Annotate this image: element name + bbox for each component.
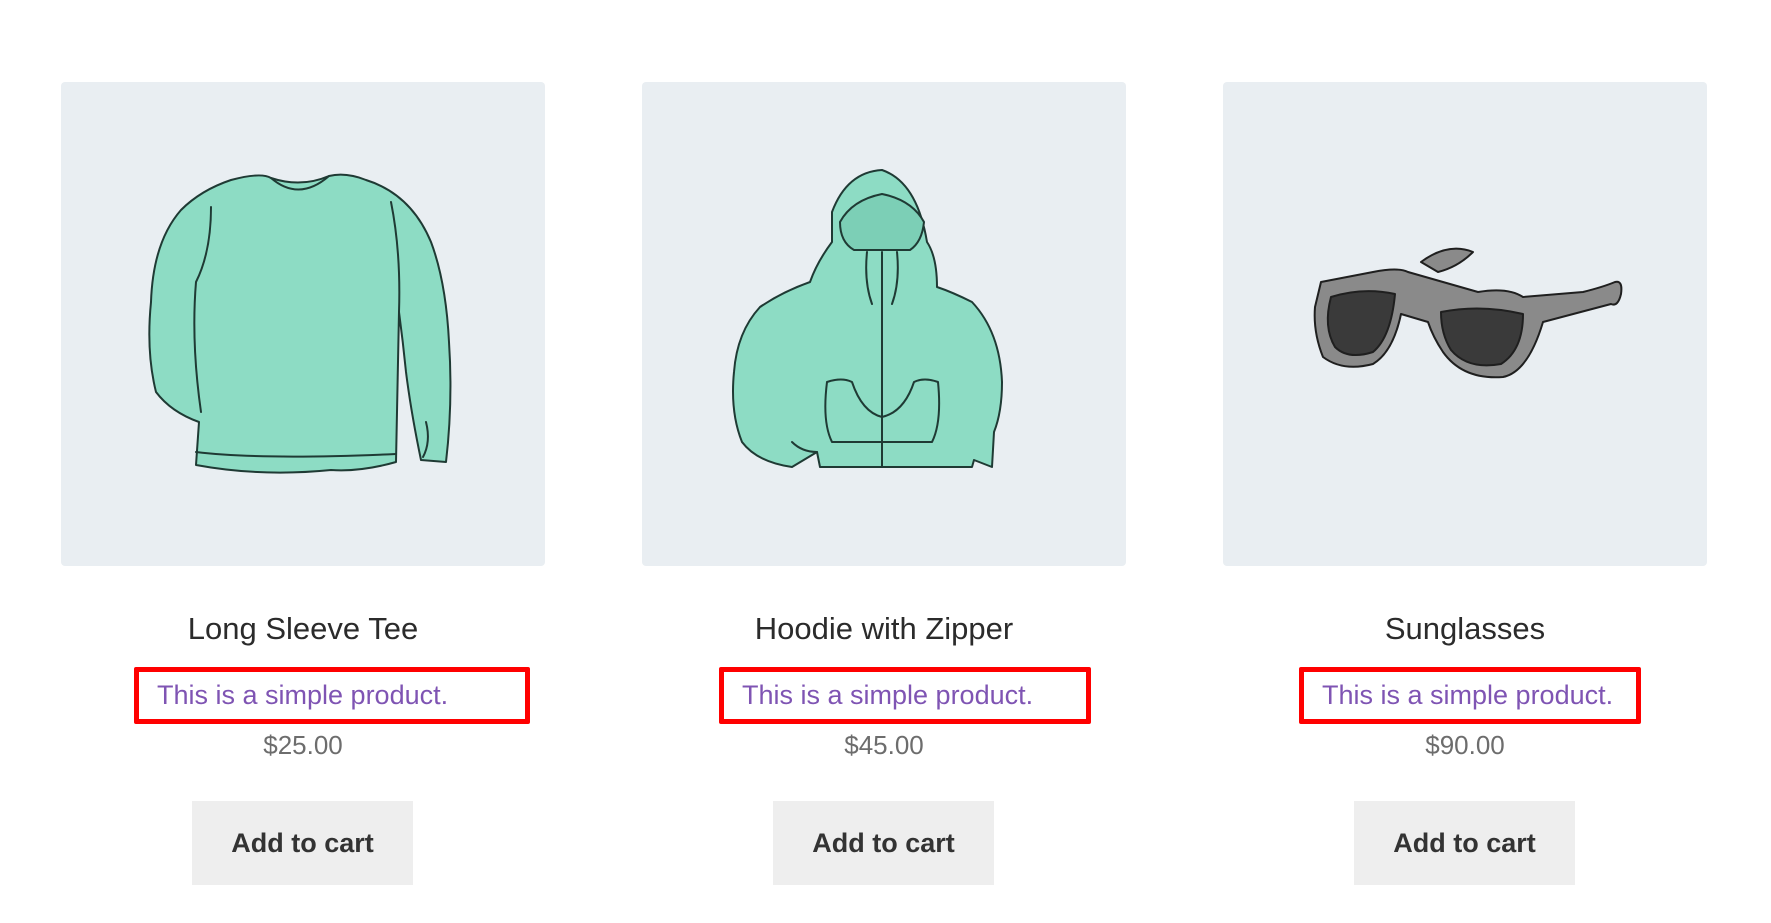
add-to-cart-button[interactable]: Add to cart — [773, 801, 994, 885]
product-title[interactable]: Sunglasses — [1223, 613, 1707, 644]
add-to-cart-button[interactable]: Add to cart — [1354, 801, 1575, 885]
sunglasses-icon — [1313, 247, 1623, 379]
product-grid: Long Sleeve Tee This is a simple product… — [0, 0, 1771, 923]
product-title[interactable]: Hoodie with Zipper — [642, 613, 1126, 644]
product-title[interactable]: Long Sleeve Tee — [61, 613, 545, 644]
product-card: Sunglasses This is a simple product. $90… — [1223, 82, 1707, 885]
long-sleeve-tee-icon — [148, 173, 452, 474]
product-image-link[interactable] — [1223, 82, 1707, 566]
product-price: $25.00 — [263, 730, 343, 760]
product-description: This is a simple product. — [1299, 667, 1641, 724]
hoodie-with-zipper-icon — [732, 169, 1003, 468]
product-card: Hoodie with Zipper This is a simple prod… — [642, 82, 1126, 885]
product-description: This is a simple product. — [719, 667, 1091, 724]
product-price: $45.00 — [844, 730, 924, 760]
product-image-link[interactable] — [61, 82, 545, 566]
add-to-cart-button[interactable]: Add to cart — [192, 801, 413, 885]
product-description: This is a simple product. — [134, 667, 530, 724]
product-price: $90.00 — [1425, 730, 1505, 760]
product-image-link[interactable] — [642, 82, 1126, 566]
product-card: Long Sleeve Tee This is a simple product… — [61, 82, 545, 885]
